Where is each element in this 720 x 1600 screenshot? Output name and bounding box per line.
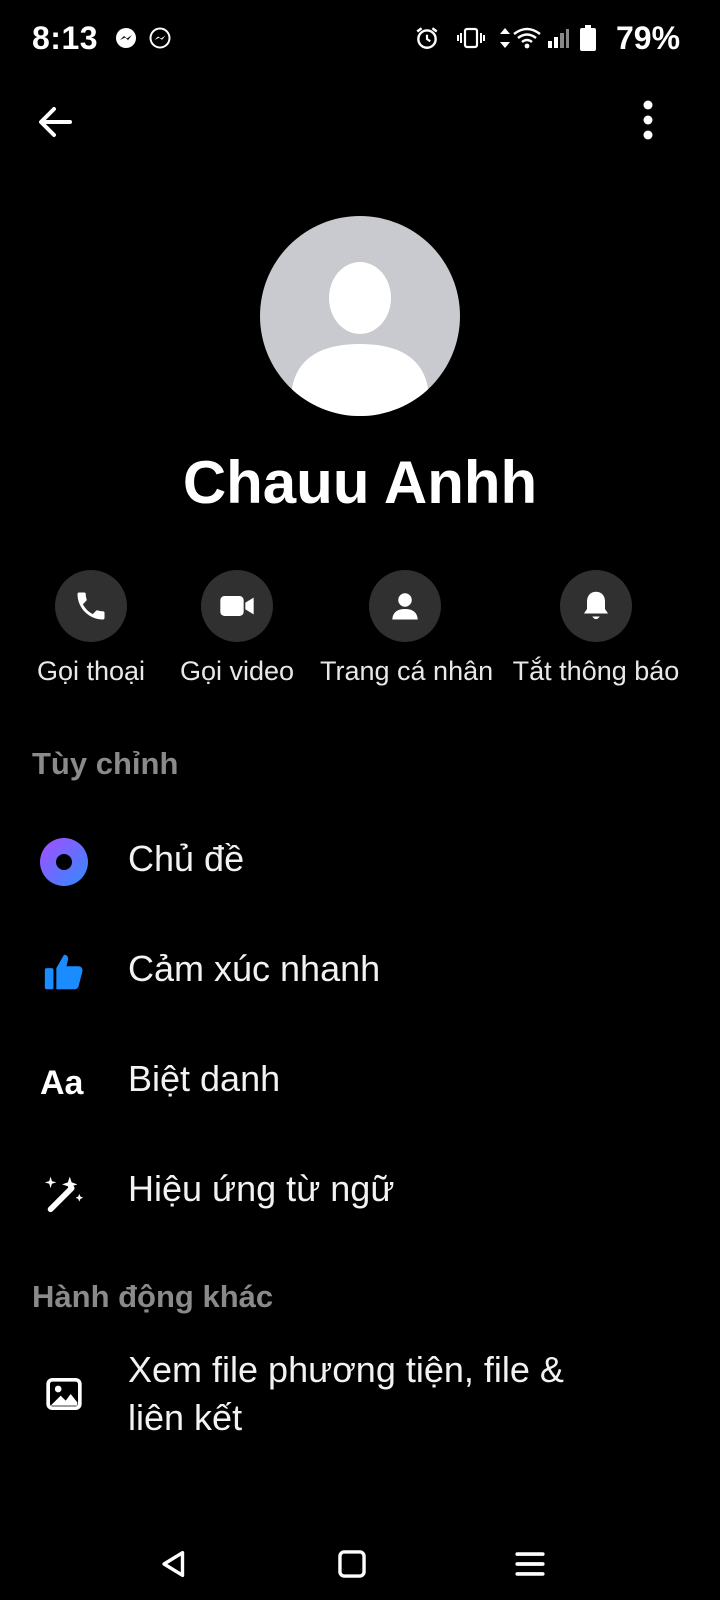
bell-icon [584, 591, 608, 620]
nav-recents-button[interactable] [500, 1534, 560, 1594]
section-title-more-actions: Hành động khác [32, 1279, 274, 1314]
battery-percent: 79% [616, 20, 681, 56]
menu-item-quick-reaction-label: Cảm xúc nhanh [128, 948, 381, 989]
phone-icon [77, 592, 105, 620]
menu-item-nickname-label: Biệt danh [128, 1058, 281, 1099]
section-title-customize: Tùy chỉnh [32, 746, 179, 781]
signal-icon [548, 29, 569, 48]
status-time: 8:13 [32, 20, 99, 56]
back-triangle-icon [162, 1550, 185, 1578]
voice-call-action[interactable]: Gọi thoại [6, 570, 176, 687]
menu-item-view-media-label: Xem file phương tiện, file & liên kết [128, 1346, 668, 1442]
nickname-aa-icon: Aa [40, 1064, 85, 1102]
view-media-label-line1: Xem file phương tiện, file & [128, 1349, 564, 1390]
menu-item-word-effects[interactable]: Hiệu ứng từ ngữ [0, 1140, 720, 1240]
more-options-button[interactable] [620, 96, 668, 148]
image-icon [46, 1378, 82, 1410]
menu-item-quick-reaction[interactable]: Cảm xúc nhanh [0, 920, 720, 1020]
voice-call-label: Gọi thoại [36, 656, 146, 686]
video-call-label: Gọi video [179, 656, 295, 686]
theme-circle-icon [40, 838, 88, 886]
menu-item-word-effects-label: Hiệu ứng từ ngữ [128, 1168, 395, 1209]
profile-name: Chauu Anhh [182, 449, 538, 516]
back-button[interactable] [30, 96, 82, 148]
thumbs-up-icon [44, 954, 83, 990]
svg-text:Aa: Aa [40, 1064, 85, 1102]
video-call-action[interactable]: Gọi video [152, 570, 322, 687]
home-square-icon [338, 1550, 366, 1578]
mute-notifications-action[interactable]: Tắt thông báo [511, 570, 681, 687]
messenger-icon [116, 28, 136, 48]
magic-wand-icon [44, 1176, 84, 1213]
profile-page-label: Trang cá nhân [320, 656, 494, 686]
menu-item-theme-label: Chủ đề [128, 838, 245, 879]
view-media-label-line2: liên kết [128, 1397, 243, 1438]
menu-item-theme[interactable]: Chủ đề [0, 810, 720, 910]
person-icon [392, 593, 418, 620]
vibrate-icon [457, 27, 485, 49]
mute-notifications-label: Tắt thông báo [512, 656, 680, 686]
more-vertical-icon [643, 100, 653, 140]
profile-page-action[interactable]: Trang cá nhân [320, 570, 494, 687]
avatar[interactable] [260, 216, 460, 416]
menu-item-nickname[interactable]: Aa Biệt danh [0, 1030, 720, 1130]
default-person-avatar-icon [292, 262, 428, 416]
menu-item-view-media[interactable]: Xem file phương tiện, file & liên kết [0, 1346, 720, 1446]
recents-menu-icon [515, 1552, 545, 1576]
alarm-icon [416, 27, 438, 49]
nav-back-button[interactable] [144, 1534, 204, 1594]
nav-home-button[interactable] [322, 1534, 382, 1594]
messenger-outline-icon [149, 27, 171, 49]
data-arrows-icon [500, 28, 510, 48]
battery-icon [580, 25, 596, 51]
video-camera-icon [220, 596, 254, 616]
back-arrow-icon [39, 107, 72, 137]
wifi-icon [513, 27, 541, 49]
